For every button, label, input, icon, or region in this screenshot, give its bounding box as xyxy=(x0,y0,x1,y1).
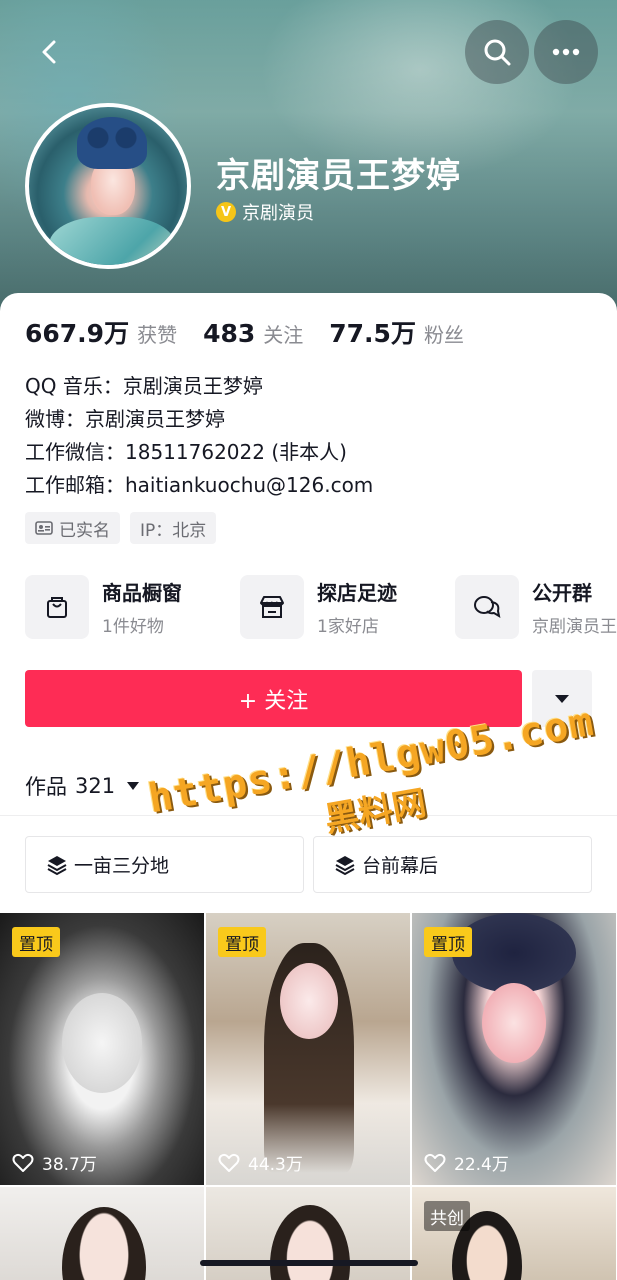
follow-button[interactable]: + 关注 xyxy=(25,670,522,727)
avatar[interactable] xyxy=(25,103,191,269)
bio-line: QQ 音乐：京剧演员王梦婷 xyxy=(25,374,263,398)
service-public-group[interactable]: 公开群 京剧演员王 xyxy=(455,575,617,639)
search-button[interactable] xyxy=(465,20,529,84)
pinned-badge: 置顶 xyxy=(218,927,266,957)
caret-down-icon xyxy=(555,694,569,703)
divider xyxy=(0,815,617,816)
stat-likes[interactable]: 667.9万 获赞 xyxy=(25,314,177,350)
profile-card: 667.9万 获赞 483 关注 77.5万 粉丝 QQ 音乐：京剧演员王梦婷 … xyxy=(0,293,617,1280)
video-thumbnail[interactable]: 置顶 38.7万 xyxy=(0,913,204,1185)
verification: V 京剧演员 xyxy=(216,199,314,225)
caret-down-icon xyxy=(127,782,140,790)
profile-tags: 已实名 IP：北京 xyxy=(25,512,217,544)
like-count: 22.4万 xyxy=(454,1155,509,1175)
services-row: 商品橱窗 1件好物 探店足迹 1家好店 公开群 京剧演员王 xyxy=(25,575,617,639)
stat-following[interactable]: 483 关注 xyxy=(203,319,303,348)
video-thumbnail[interactable]: 共创 xyxy=(412,1187,616,1280)
heart-icon xyxy=(424,1153,446,1172)
service-shop-window[interactable]: 商品橱窗 1件好物 xyxy=(25,575,182,639)
bio-line: 工作微信：18511762022 (非本人) xyxy=(25,440,347,464)
more-button[interactable] xyxy=(534,20,598,84)
like-count: 38.7万 xyxy=(42,1155,97,1175)
collection-2[interactable]: 台前幕后 xyxy=(313,836,592,893)
id-card-icon xyxy=(35,521,53,535)
realname-tag: 已实名 xyxy=(25,512,120,544)
like-count: 44.3万 xyxy=(248,1155,303,1175)
collection-1[interactable]: 一亩三分地 xyxy=(25,836,304,893)
profile-name: 京剧演员王梦婷 xyxy=(216,156,461,196)
heart-icon xyxy=(218,1153,240,1172)
stat-followers[interactable]: 77.5万 粉丝 xyxy=(329,314,464,350)
heart-icon xyxy=(12,1153,34,1172)
ip-tag: IP：北京 xyxy=(130,512,217,544)
bio-line: 微博：京剧演员王梦婷 xyxy=(25,407,225,431)
shopping-bag-icon xyxy=(47,597,67,618)
service-store-visits[interactable]: 探店足迹 1家好店 xyxy=(240,575,397,639)
pinned-badge: 置顶 xyxy=(12,927,60,957)
verification-label: 京剧演员 xyxy=(242,203,314,224)
layers-icon xyxy=(335,855,355,875)
back-button[interactable] xyxy=(18,20,82,84)
video-thumbnail[interactable] xyxy=(0,1187,204,1280)
recommend-dropdown-button[interactable] xyxy=(532,670,592,727)
pinned-badge: 置顶 xyxy=(424,927,472,957)
video-thumbnail[interactable] xyxy=(206,1187,410,1280)
search-icon xyxy=(484,39,511,66)
verified-badge-icon: V xyxy=(216,202,236,222)
bio-line: 工作邮箱：haitiankuochu@126.com xyxy=(25,473,374,497)
profile-bio: QQ 音乐：京剧演员王梦婷 微博：京剧演员王梦婷 工作微信：1851176202… xyxy=(25,370,373,502)
home-indicator[interactable] xyxy=(200,1260,418,1266)
more-dots-icon xyxy=(552,48,580,56)
video-thumbnail[interactable]: 置顶 44.3万 xyxy=(206,913,410,1185)
chat-group-icon xyxy=(474,596,501,619)
works-tab[interactable]: 作品 321 xyxy=(25,771,140,801)
stats-row: 667.9万 获赞 483 关注 77.5万 粉丝 xyxy=(25,314,490,350)
video-thumbnail[interactable]: 置顶 22.4万 xyxy=(412,913,616,1185)
store-icon xyxy=(260,596,284,618)
back-arrow-icon xyxy=(42,40,56,64)
layers-icon xyxy=(47,855,67,875)
cocreate-badge: 共创 xyxy=(424,1201,470,1231)
